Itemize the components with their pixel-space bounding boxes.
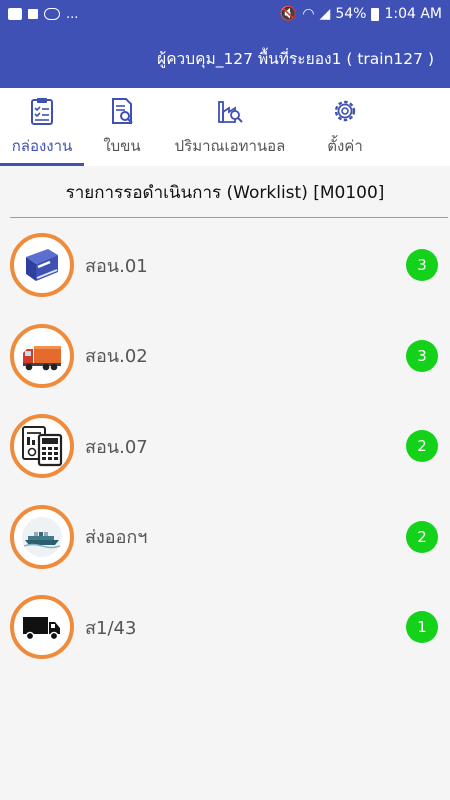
truck-black-icon — [23, 617, 60, 641]
battery-icon — [371, 7, 380, 21]
app-notification-icon — [44, 8, 60, 20]
status-bar: ... 🔇 ◠ ◢ 54% 1:04 AM — [0, 0, 450, 28]
divider — [10, 217, 448, 218]
media-icon — [28, 9, 38, 19]
item-label: ส่งออกฯ — [85, 527, 148, 549]
tab-bar: กล่องงาน ใบขน ปริมาณเอทานอล ตั้งค่า — [0, 88, 450, 166]
user-title: ผู้ควบคุม_127 พื้นที่ระยอง1 ( train127 ) — [157, 49, 434, 68]
count-badge: 2 — [406, 430, 438, 463]
mute-icon: 🔇 — [279, 6, 298, 22]
more-notifications: ... — [66, 6, 79, 22]
list-item[interactable]: สอน.01 3 — [0, 220, 450, 311]
factory-search-icon — [218, 101, 243, 123]
app-bar: ผู้ควบคุม_127 พื้นที่ระยอง1 ( train127 ) — [0, 28, 450, 88]
battery-percent: 54% — [335, 6, 367, 22]
list-item[interactable]: สอน.02 3 — [0, 311, 450, 402]
worklist-title: รายการรอดำเนินการ (Worklist) [M0100] — [0, 166, 450, 218]
list-item[interactable]: ส่งออกฯ 2 — [0, 492, 450, 583]
book-icon — [26, 249, 58, 282]
wifi-icon: ◠ — [302, 6, 315, 22]
item-label: สอน.02 — [85, 346, 148, 368]
count-badge: 2 — [406, 520, 438, 553]
avatar — [10, 595, 74, 660]
truck-icon — [23, 345, 61, 371]
tab-label: ตั้งค่า — [327, 137, 363, 155]
list-item[interactable]: สอน.07 2 — [0, 401, 450, 492]
status-system: 🔇 ◠ ◢ 54% 1:04 AM — [280, 6, 442, 22]
item-label: ส1/43 — [85, 617, 137, 639]
gallery-icon — [8, 8, 22, 20]
clipboard-check-icon — [31, 98, 53, 125]
tab-waybill[interactable]: ใบขน — [84, 88, 160, 166]
avatar — [10, 414, 74, 479]
ship-icon — [22, 516, 62, 557]
tab-label: ปริมาณเอทานอล — [174, 137, 286, 155]
avatar — [10, 323, 74, 388]
avatar — [10, 504, 74, 569]
worklist: สอน.01 3 สอน.02 3 สอน.07 2 ส่งออกฯ 2 ส1/… — [0, 220, 450, 673]
signal-icon: ◢ — [319, 6, 331, 22]
document-search-icon — [112, 98, 133, 124]
count-badge: 3 — [406, 249, 438, 282]
tab-settings[interactable]: ตั้งค่า — [300, 88, 390, 166]
gear-icon — [334, 100, 356, 122]
status-notifications: ... — [8, 7, 78, 22]
tab-inbox[interactable]: กล่องงาน — [0, 88, 84, 166]
count-badge: 1 — [406, 611, 438, 644]
tab-label: ใบขน — [103, 137, 141, 155]
clock: 1:04 AM — [384, 6, 442, 22]
item-label: สอน.07 — [85, 436, 148, 458]
avatar — [10, 233, 74, 298]
tab-label: กล่องงาน — [11, 137, 73, 155]
list-item[interactable]: ส1/43 1 — [0, 582, 450, 673]
tab-ethanol-volume[interactable]: ปริมาณเอทานอล — [160, 88, 300, 166]
count-badge: 3 — [406, 339, 438, 372]
calculator-report-icon — [22, 426, 63, 467]
item-label: สอน.01 — [85, 255, 148, 277]
